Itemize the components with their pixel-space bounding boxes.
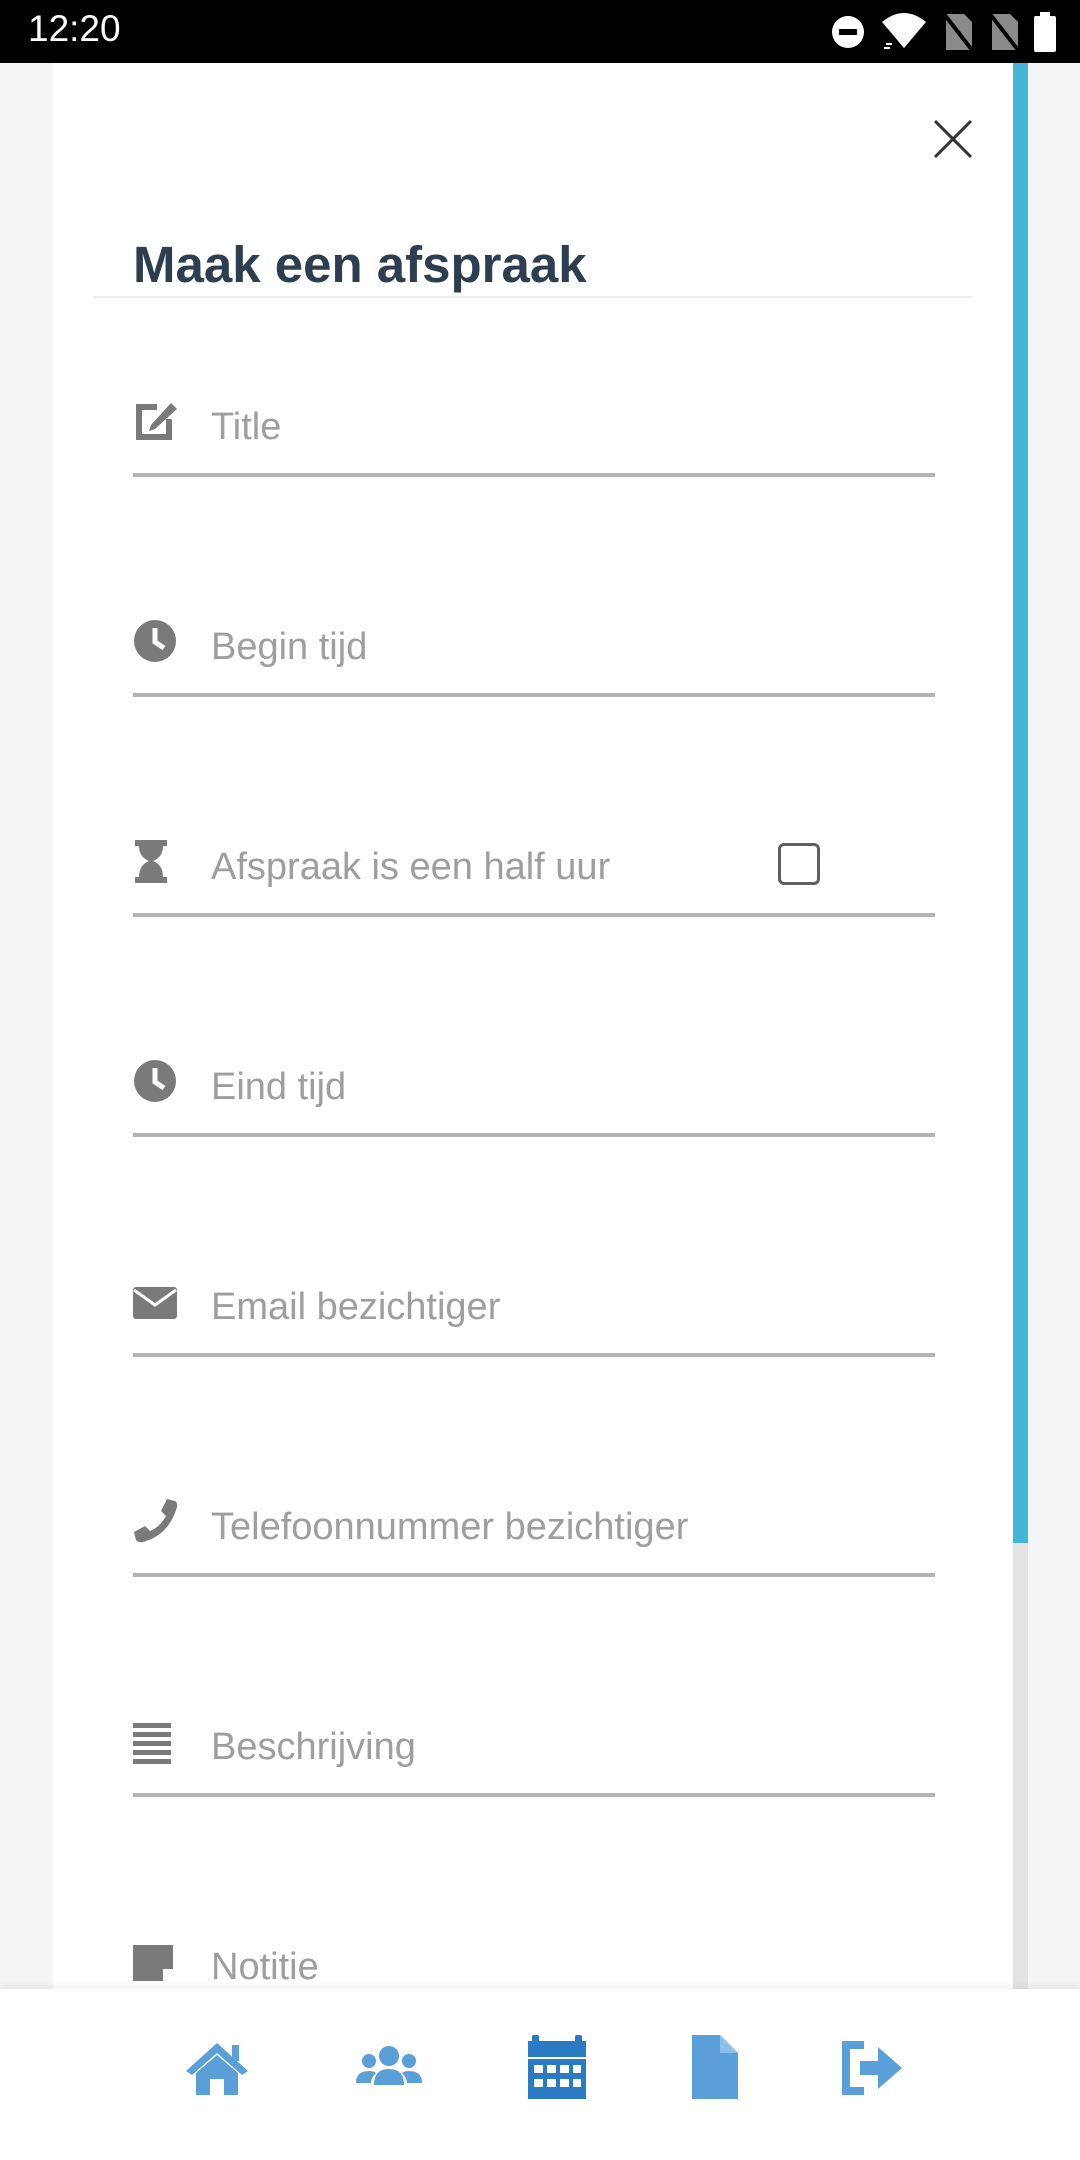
users-icon (356, 2046, 422, 2085)
viewer-email-input[interactable] (211, 1277, 911, 1337)
close-icon (933, 119, 973, 159)
scrollbar-thumb[interactable] (1013, 63, 1028, 1543)
bottom-nav (0, 1989, 1080, 2160)
status-time: 12:20 (28, 8, 121, 49)
end-time-field (133, 1023, 935, 1137)
do-not-disturb-icon (832, 16, 864, 48)
envelope-icon (133, 1277, 181, 1325)
home-icon (186, 2043, 248, 2095)
clock-icon (133, 617, 181, 665)
nav-logout[interactable] (836, 2033, 906, 2103)
status-icons (830, 10, 1056, 54)
description-field (133, 1683, 935, 1797)
end-time-input[interactable] (211, 1057, 911, 1117)
file-icon (692, 2035, 738, 2099)
sticky-note-icon (133, 1937, 181, 1985)
note-input[interactable] (211, 1937, 911, 1989)
note-field (133, 1903, 935, 1989)
align-justify-icon (133, 1717, 181, 1765)
description-input[interactable] (211, 1717, 911, 1777)
nav-document[interactable] (680, 2033, 750, 2103)
no-sim-icon (942, 12, 974, 52)
viewer-phone-field (133, 1463, 935, 1577)
nav-calendar[interactable] (522, 2033, 592, 2103)
nav-home[interactable] (182, 2033, 252, 2103)
begin-time-input[interactable] (211, 617, 911, 677)
modal-title: Maak een afspraak (133, 236, 587, 293)
battery-icon (1034, 12, 1056, 52)
title-input[interactable] (211, 397, 911, 457)
edit-icon (133, 397, 181, 445)
no-sim-icon (988, 12, 1020, 52)
phone-icon (133, 1497, 181, 1545)
nav-users[interactable] (354, 2033, 424, 2103)
sign-out-icon (842, 2041, 902, 2095)
wifi-icon (882, 13, 926, 49)
hourglass-icon (133, 837, 181, 885)
clock-icon (133, 1057, 181, 1105)
calendar-icon (528, 2035, 586, 2099)
begin-time-field (133, 583, 935, 697)
half-hour-checkbox[interactable] (778, 843, 820, 885)
title-field (133, 363, 935, 477)
appointment-modal: Maak een afspraak (53, 63, 1013, 1989)
viewer-phone-input[interactable] (211, 1497, 911, 1557)
header-divider (93, 296, 973, 298)
close-button[interactable] (923, 109, 983, 169)
viewer-email-field (133, 1243, 935, 1357)
status-bar: 12:20 (0, 0, 1080, 63)
